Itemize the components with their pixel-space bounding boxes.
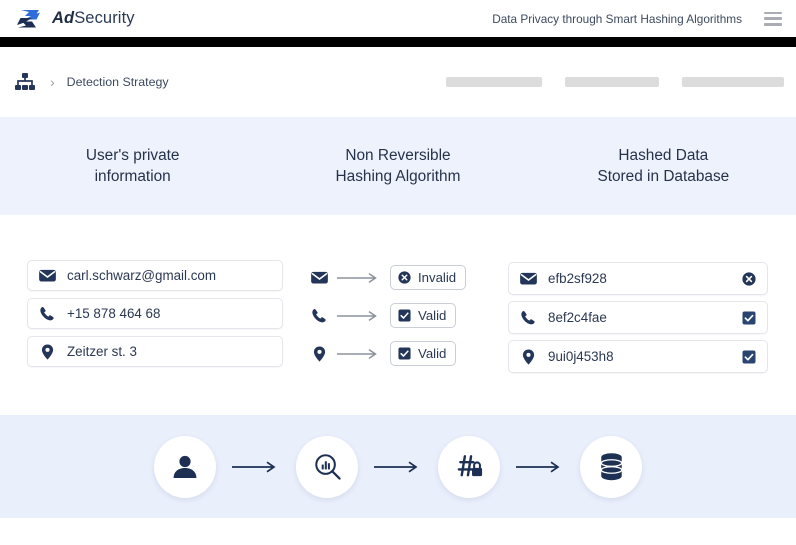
- hash-value: 8ef2c4fae: [548, 310, 607, 325]
- heading-line: Hashing Algorithm: [335, 168, 461, 185]
- hash-value: efb2sf928: [548, 271, 607, 286]
- flow-step-user[interactable]: [154, 435, 216, 498]
- flow-step-hash-lock[interactable]: [438, 435, 500, 498]
- hamburger-menu-icon[interactable]: [764, 11, 782, 26]
- heading-line: User's private: [85, 147, 180, 164]
- brand-name-rest: Security: [74, 9, 135, 27]
- hash-lock-icon: [457, 455, 482, 477]
- private-value: +15 878 464 68: [67, 306, 161, 321]
- app-page: AdSecurity Data Privacy through Smart Ha…: [0, 0, 796, 545]
- phone-icon: [38, 305, 56, 323]
- breadcrumb-current-label[interactable]: Detection Strategy: [67, 75, 169, 89]
- footer-spacer: [0, 518, 796, 545]
- heading-line: Hashed Data: [618, 147, 709, 164]
- breadcrumb: › Detection Strategy: [14, 72, 169, 92]
- skeleton-bar: [682, 77, 784, 87]
- flow-step-database[interactable]: [580, 435, 642, 498]
- arrow-right-icon: [337, 272, 377, 283]
- heading-line: information: [94, 168, 171, 185]
- status-badge[interactable]: Invalid: [390, 265, 467, 290]
- app-header: AdSecurity Data Privacy through Smart Ha…: [0, 0, 796, 37]
- skeleton-bar: [446, 77, 542, 87]
- brand-logo-group[interactable]: AdSecurity: [16, 8, 135, 30]
- private-field-row[interactable]: +15 878 464 68: [27, 298, 283, 329]
- data-columns-area: carl.schwarz@gmail.com +15 878 464 68 Ze…: [0, 215, 796, 415]
- black-divider-bar: [0, 37, 796, 47]
- arrow-right-icon: [337, 348, 377, 359]
- breadcrumb-separator: ›: [50, 74, 55, 90]
- heading-line: Non Reversible: [345, 147, 451, 164]
- hash-value: 9ui0j453h8: [548, 349, 614, 364]
- checkbox-checked-icon[interactable]: [741, 349, 757, 365]
- status-label: Valid: [418, 308, 447, 323]
- brand-name: AdSecurity: [52, 9, 135, 28]
- heading-hashing-algorithm: Non Reversible Hashing Algorithm: [265, 145, 530, 187]
- algorithm-row: Valid: [310, 300, 490, 331]
- hashing-algorithm-column: Invalid Valid Valid: [310, 262, 490, 376]
- arrow-right-icon: [374, 460, 418, 473]
- checkbox-checked-icon: [398, 309, 411, 322]
- header-right-group: Data Privacy through Smart Hashing Algor…: [492, 11, 782, 26]
- private-value: Zeitzer st. 3: [67, 344, 137, 359]
- private-value: carl.schwarz@gmail.com: [67, 268, 217, 283]
- phone-icon: [519, 309, 537, 327]
- flow-step-analysis[interactable]: [296, 435, 358, 498]
- hashed-field-row[interactable]: efb2sf928: [508, 262, 768, 295]
- hamburger-line: [764, 11, 782, 15]
- status-label: Valid: [418, 346, 447, 361]
- heading-line: Stored in Database: [597, 168, 730, 185]
- location-pin-icon: [38, 343, 56, 361]
- location-pin-icon: [519, 348, 537, 366]
- status-badge[interactable]: Valid: [390, 341, 457, 366]
- private-field-row[interactable]: Zeitzer st. 3: [27, 336, 283, 367]
- status-label: Invalid: [418, 270, 457, 285]
- heading-hashed-data: Hashed Data Stored in Database: [531, 145, 796, 187]
- arrow-right-icon: [337, 310, 377, 321]
- hamburger-line: [764, 22, 782, 26]
- process-flow-band: [0, 415, 796, 518]
- envelope-icon: [519, 270, 537, 288]
- phone-icon: [310, 307, 328, 325]
- hashed-data-column: efb2sf928 8ef2c4fae 9ui0j453h8: [508, 262, 768, 379]
- skeleton-bar: [565, 77, 659, 87]
- sitemap-icon[interactable]: [14, 72, 36, 92]
- column-headings-band: User's private information Non Reversibl…: [0, 117, 796, 215]
- header-skeleton-placeholders: [423, 77, 784, 87]
- private-information-column: carl.schwarz@gmail.com +15 878 464 68 Ze…: [27, 260, 283, 374]
- circle-x-icon: [398, 271, 411, 284]
- hamburger-line: [764, 17, 782, 20]
- user-person-icon: [173, 455, 197, 478]
- checkbox-checked-icon: [398, 347, 411, 360]
- envelope-icon: [38, 267, 56, 285]
- location-pin-icon: [310, 345, 328, 363]
- adsecurity-s-logo-icon: [17, 9, 40, 27]
- checkbox-checked-icon[interactable]: [741, 310, 757, 326]
- arrow-right-icon: [516, 460, 560, 473]
- magnifier-chart-icon: [314, 454, 341, 480]
- hashed-field-row[interactable]: 9ui0j453h8: [508, 340, 768, 373]
- heading-private-info: User's private information: [0, 145, 265, 187]
- arrow-right-icon: [232, 460, 276, 473]
- hashed-field-row[interactable]: 8ef2c4fae: [508, 301, 768, 334]
- algorithm-row: Valid: [310, 338, 490, 369]
- circle-x-icon[interactable]: [741, 271, 757, 287]
- private-field-row[interactable]: carl.schwarz@gmail.com: [27, 260, 283, 291]
- breadcrumb-bar: › Detection Strategy: [0, 47, 796, 117]
- algorithm-row: Invalid: [310, 262, 490, 293]
- brand-name-bold: Ad: [52, 9, 75, 27]
- header-tagline: Data Privacy through Smart Hashing Algor…: [492, 11, 742, 26]
- envelope-icon: [310, 269, 328, 287]
- database-icon: [600, 453, 622, 481]
- status-badge[interactable]: Valid: [390, 303, 457, 328]
